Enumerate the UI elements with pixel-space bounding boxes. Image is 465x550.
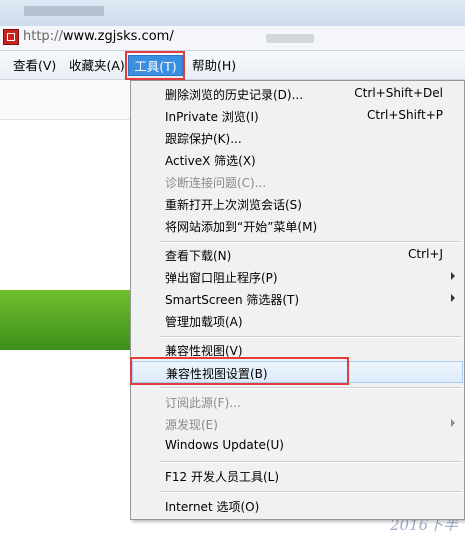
menu-item-label: 诊断连接问题(C)... — [165, 176, 267, 190]
tools-highlight-box — [125, 51, 185, 80]
blurred-window-title — [24, 6, 104, 16]
menu-item-manage-addons[interactable]: 管理加载项(A) — [132, 310, 463, 332]
menu-item-label: Windows Update(U) — [165, 438, 284, 452]
blurred-address-element — [266, 34, 314, 43]
menu-item-label: 查看下载(N) — [165, 249, 232, 263]
compat-settings-highlight-box — [130, 357, 349, 385]
menu-separator — [159, 387, 462, 389]
menu-item-label: 将网站添加到“开始”菜单(M) — [165, 220, 318, 234]
url-protocol: http:// — [23, 29, 63, 44]
menu-item-add-to-start[interactable]: 将网站添加到“开始”菜单(M) — [132, 215, 463, 237]
menu-item-label: 管理加载项(A) — [165, 315, 243, 329]
menu-item-smartscreen[interactable]: SmartScreen 筛选器(T) — [132, 288, 463, 310]
menu-item-label: 订阅此源(F)... — [165, 396, 241, 410]
menu-item-subscribe-feed: 订阅此源(F)... — [132, 391, 463, 413]
menu-item-view-downloads[interactable]: 查看下载(N) Ctrl+J — [132, 244, 463, 266]
menu-item-f12-dev-tools[interactable]: F12 开发人员工具(L) — [132, 465, 463, 487]
menu-item-windows-update[interactable]: Windows Update(U) — [132, 435, 463, 457]
menu-item-label: 弹出窗口阻止程序(P) — [165, 271, 278, 285]
submenu-arrow-icon — [451, 272, 455, 280]
menu-item-internet-options[interactable]: Internet 选项(O) — [132, 495, 463, 517]
menu-item-shortcut: Ctrl+Shift+Del — [354, 86, 443, 100]
menu-item-label: 重新打开上次浏览会话(S) — [165, 198, 302, 212]
menu-item-popup-blocker[interactable]: 弹出窗口阻止程序(P) — [132, 266, 463, 288]
site-favicon-icon — [3, 29, 19, 45]
menu-item-shortcut: Ctrl+Shift+P — [367, 108, 443, 122]
menu-separator — [159, 491, 462, 493]
menu-item-tracking-protection[interactable]: 跟踪保护(K)... — [132, 127, 463, 149]
menu-help[interactable]: 帮助(H) — [190, 56, 238, 76]
menu-item-label: 源发现(E) — [165, 418, 218, 432]
menu-item-label: F12 开发人员工具(L) — [165, 470, 280, 484]
menu-separator — [159, 461, 462, 463]
menu-item-label: 删除浏览的历史记录(D)... — [165, 88, 304, 102]
menu-view[interactable]: 查看(V) — [11, 56, 58, 76]
address-bar[interactable]: http://www.zgjsks.com/ — [0, 26, 465, 51]
menu-item-label: ActiveX 筛选(X) — [165, 154, 256, 168]
window-title-bar — [0, 0, 465, 26]
menu-item-label: InPrivate 浏览(I) — [165, 110, 259, 124]
menu-item-label: 跟踪保护(K)... — [165, 132, 242, 146]
menu-bar: 查看(V) 收藏夹(A) 帮助(H) — [0, 51, 465, 80]
menu-item-shortcut: Ctrl+J — [408, 247, 443, 261]
green-banner — [0, 290, 140, 350]
tools-dropdown-menu: 删除浏览的历史记录(D)... Ctrl+Shift+Del InPrivate… — [130, 80, 465, 520]
menu-item-reopen-session[interactable]: 重新打开上次浏览会话(S) — [132, 193, 463, 215]
menu-separator — [159, 241, 462, 243]
menu-item-diagnose-connection: 诊断连接问题(C)... — [132, 171, 463, 193]
menu-separator — [159, 336, 462, 338]
menu-item-feed-discovery: 源发现(E) — [132, 413, 463, 435]
submenu-arrow-icon — [451, 419, 455, 427]
menu-favorites[interactable]: 收藏夹(A) — [67, 56, 127, 76]
menu-item-label: SmartScreen 筛选器(T) — [165, 293, 300, 307]
menu-item-inprivate[interactable]: InPrivate 浏览(I) Ctrl+Shift+P — [132, 105, 463, 127]
menu-item-delete-history[interactable]: 删除浏览的历史记录(D)... Ctrl+Shift+Del — [132, 83, 463, 105]
url-host: www.zgjsks.com/ — [62, 29, 174, 44]
address-url[interactable]: http://www.zgjsks.com/ — [23, 29, 174, 44]
submenu-arrow-icon — [451, 294, 455, 302]
menu-item-label: Internet 选项(O) — [165, 500, 260, 514]
menu-item-activex-filter[interactable]: ActiveX 筛选(X) — [132, 149, 463, 171]
